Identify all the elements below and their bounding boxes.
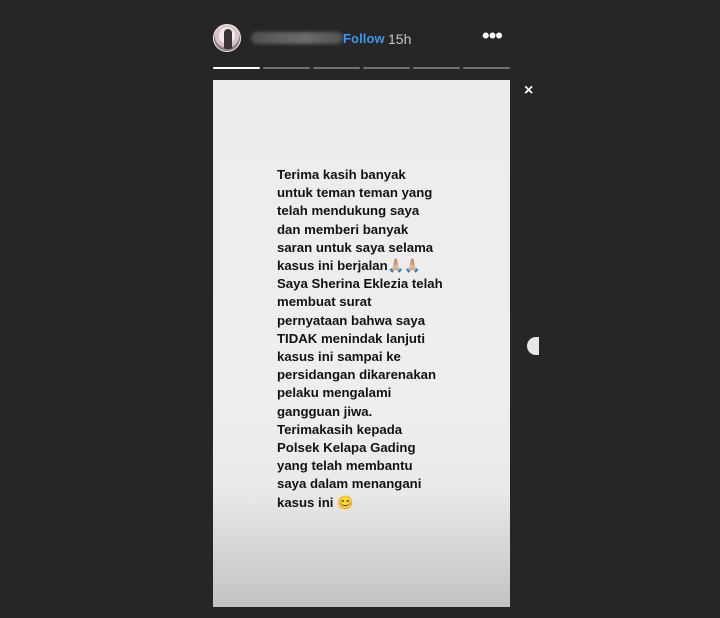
- follow-button[interactable]: Follow: [343, 31, 385, 46]
- progress-segment: [213, 67, 260, 69]
- next-story-arrow-icon[interactable]: [527, 337, 539, 355]
- close-icon[interactable]: ×: [524, 83, 533, 99]
- progress-segment: [363, 67, 410, 69]
- progress-segment: [313, 67, 360, 69]
- more-options-icon[interactable]: •••: [482, 25, 503, 47]
- progress-segment-fill: [213, 67, 260, 69]
- progress-segment: [413, 67, 460, 69]
- story-header: Follow 15h •••: [213, 24, 510, 56]
- story-content[interactable]: Terima kasih banyak untuk teman teman ya…: [213, 80, 510, 607]
- story-progress-bar: [213, 67, 510, 70]
- avatar-figure: [224, 29, 232, 49]
- progress-segment: [263, 67, 310, 69]
- timestamp: 15h: [388, 31, 412, 47]
- username-blurred[interactable]: [251, 32, 343, 44]
- story-text: Terima kasih banyak untuk teman teman ya…: [277, 167, 443, 510]
- profile-avatar-icon[interactable]: [213, 24, 241, 52]
- progress-segment: [463, 67, 510, 69]
